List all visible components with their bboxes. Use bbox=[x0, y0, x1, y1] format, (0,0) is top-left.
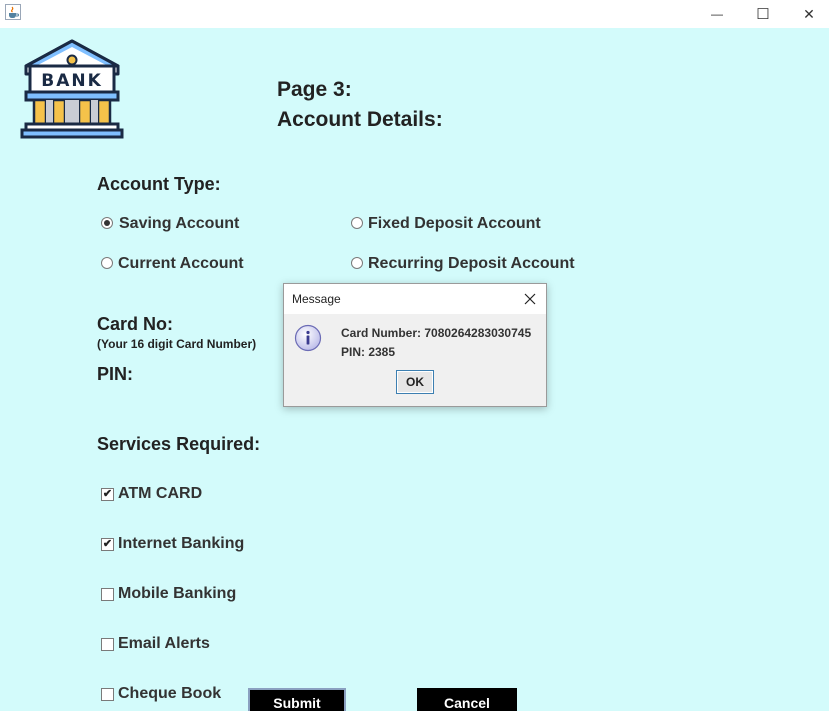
pin-label: PIN: bbox=[97, 364, 133, 384]
information-icon bbox=[294, 324, 322, 352]
dialog-titlebar: Message bbox=[284, 284, 546, 314]
mobile-banking-checkbox[interactable] bbox=[101, 588, 114, 601]
dialog-close-button[interactable] bbox=[520, 289, 540, 309]
submit-button[interactable]: Submit bbox=[248, 688, 346, 711]
recurring-deposit-label[interactable]: Recurring Deposit Account bbox=[368, 255, 575, 273]
dialog-pin: PIN: 2385 bbox=[341, 345, 396, 359]
page-title: Page 3: bbox=[277, 78, 352, 101]
dialog-title: Message bbox=[292, 292, 341, 306]
recurring-deposit-radio[interactable] bbox=[351, 257, 363, 269]
close-icon bbox=[524, 293, 536, 305]
cancel-button[interactable]: Cancel bbox=[417, 688, 517, 711]
current-account-radio[interactable] bbox=[101, 257, 113, 269]
services-label: Services Required: bbox=[97, 434, 261, 454]
fixed-deposit-label[interactable]: Fixed Deposit Account bbox=[368, 215, 541, 233]
page-subtitle: Account Details: bbox=[277, 108, 443, 131]
maximize-icon: ☐ bbox=[756, 6, 770, 23]
close-button[interactable]: ✕ bbox=[786, 0, 832, 28]
current-account-label[interactable]: Current Account bbox=[118, 255, 244, 273]
saving-account-label[interactable]: Saving Account bbox=[119, 215, 239, 233]
atm-card-checkbox[interactable]: ✔ bbox=[101, 488, 114, 501]
cheque-book-checkbox[interactable] bbox=[101, 688, 114, 701]
window-titlebar: — ☐ ✕ bbox=[0, 0, 832, 28]
minimize-icon: — bbox=[711, 7, 723, 21]
minimize-button[interactable]: — bbox=[694, 0, 740, 28]
email-alerts-label[interactable]: Email Alerts bbox=[118, 635, 210, 653]
ok-button[interactable]: OK bbox=[396, 370, 434, 394]
close-icon: ✕ bbox=[803, 5, 815, 22]
message-dialog: Message Card Number: 7080264283030745 PI… bbox=[283, 283, 547, 407]
saving-account-radio[interactable] bbox=[101, 217, 113, 229]
card-no-label: Card No: bbox=[97, 314, 173, 334]
dialog-card-number: Card Number: 7080264283030745 bbox=[341, 326, 532, 340]
internet-banking-checkbox[interactable]: ✔ bbox=[101, 538, 114, 551]
mobile-banking-label[interactable]: Mobile Banking bbox=[118, 585, 236, 603]
fixed-deposit-radio[interactable] bbox=[351, 217, 363, 229]
card-no-hint: (Your 16 digit Card Number) bbox=[97, 337, 257, 351]
logo-text: BANK bbox=[41, 71, 103, 91]
maximize-button[interactable]: ☐ bbox=[740, 0, 786, 28]
internet-banking-label[interactable]: Internet Banking bbox=[118, 535, 244, 553]
email-alerts-checkbox[interactable] bbox=[101, 638, 114, 651]
bank-logo-icon: BANK bbox=[20, 39, 124, 139]
atm-card-label[interactable]: ATM CARD bbox=[118, 485, 202, 503]
account-type-label: Account Type: bbox=[97, 174, 221, 194]
cheque-book-label[interactable]: Cheque Book bbox=[118, 685, 221, 703]
java-cup-icon bbox=[5, 4, 21, 20]
